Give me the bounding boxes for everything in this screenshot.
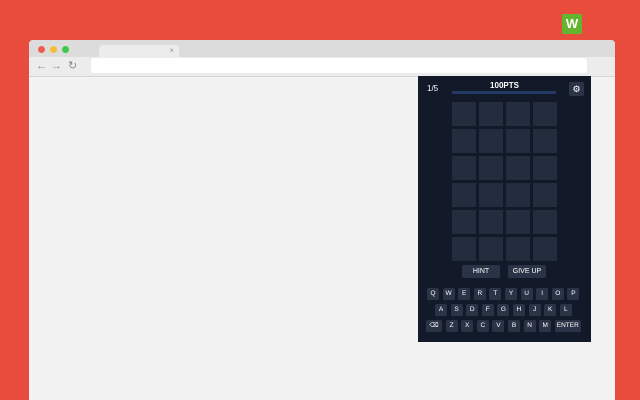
enter-key[interactable]: ENTER	[554, 320, 581, 332]
grid-cell	[533, 237, 557, 261]
title-bar: ×	[29, 40, 615, 57]
grid-cell	[533, 210, 557, 234]
key-q[interactable]: Q	[427, 288, 439, 300]
letter-grid	[452, 102, 558, 261]
grid-cell	[506, 237, 530, 261]
key-h[interactable]: H	[513, 304, 525, 316]
key-e[interactable]: E	[458, 288, 471, 300]
key-m[interactable]: M	[539, 320, 552, 332]
key-s[interactable]: S	[450, 304, 463, 316]
key-u[interactable]: U	[520, 288, 533, 300]
grid-cell	[533, 156, 557, 180]
progress-bar	[452, 91, 556, 94]
key-z[interactable]: Z	[445, 320, 458, 332]
grid-cell	[506, 102, 530, 126]
key-l[interactable]: L	[559, 304, 572, 316]
grid-cell	[452, 210, 476, 234]
grid-cell	[506, 129, 530, 153]
key-r[interactable]: R	[473, 288, 486, 300]
key-o[interactable]: O	[551, 288, 564, 300]
give-up-button[interactable]: GIVE UP	[508, 265, 546, 278]
grid-cell	[506, 156, 530, 180]
progress-fill	[452, 91, 556, 94]
key-b[interactable]: B	[508, 320, 520, 332]
browser-tab[interactable]: ×	[99, 45, 179, 57]
forward-arrow-icon[interactable]: →	[51, 59, 62, 73]
hint-button[interactable]: HINT	[462, 265, 500, 278]
grid-cell	[452, 237, 476, 261]
grid-cell	[479, 210, 503, 234]
key-n[interactable]: N	[523, 320, 536, 332]
gear-icon: ⚙	[572, 84, 581, 94]
key-d[interactable]: D	[466, 304, 479, 316]
key-w[interactable]: W	[442, 288, 455, 300]
settings-button[interactable]: ⚙	[569, 82, 584, 96]
key-p[interactable]: P	[567, 288, 580, 300]
reload-icon[interactable]: ↻	[68, 59, 77, 73]
browser-toolbar: ← → ↻	[29, 57, 615, 77]
minimize-window-dot[interactable]	[50, 46, 57, 53]
key-c[interactable]: C	[476, 320, 489, 332]
maximize-window-dot[interactable]	[62, 46, 69, 53]
grid-cell	[452, 183, 476, 207]
key-i[interactable]: I	[536, 288, 549, 300]
key-g[interactable]: G	[497, 304, 510, 316]
grid-cell	[479, 156, 503, 180]
points-display: 100PTS	[490, 81, 519, 90]
key-j[interactable]: J	[528, 304, 541, 316]
grid-cell	[479, 183, 503, 207]
key-y[interactable]: Y	[505, 288, 517, 300]
grid-cell	[452, 129, 476, 153]
grid-cell	[506, 183, 530, 207]
grid-cell	[452, 102, 476, 126]
grid-cell	[506, 210, 530, 234]
backspace-key-icon[interactable]: ⌫	[426, 320, 442, 332]
key-x[interactable]: X	[461, 320, 474, 332]
address-bar[interactable]	[91, 58, 587, 73]
extension-button[interactable]: W	[562, 14, 582, 34]
tab-close-icon[interactable]: ×	[169, 45, 174, 57]
grid-cell	[533, 183, 557, 207]
key-k[interactable]: K	[544, 304, 557, 316]
grid-cell	[533, 102, 557, 126]
close-window-dot[interactable]	[38, 46, 45, 53]
grid-cell	[452, 156, 476, 180]
grid-cell	[479, 102, 503, 126]
game-panel: 1/5 100PTS ⚙ HINT GIVE UP QWERTYUIOPASDF…	[418, 76, 591, 342]
key-f[interactable]: F	[481, 304, 494, 316]
grid-cell	[479, 129, 503, 153]
key-t[interactable]: T	[489, 288, 502, 300]
key-v[interactable]: V	[492, 320, 505, 332]
back-arrow-icon[interactable]: ←	[36, 59, 47, 73]
grid-cell	[533, 129, 557, 153]
key-a[interactable]: A	[435, 304, 447, 316]
grid-cell	[479, 237, 503, 261]
